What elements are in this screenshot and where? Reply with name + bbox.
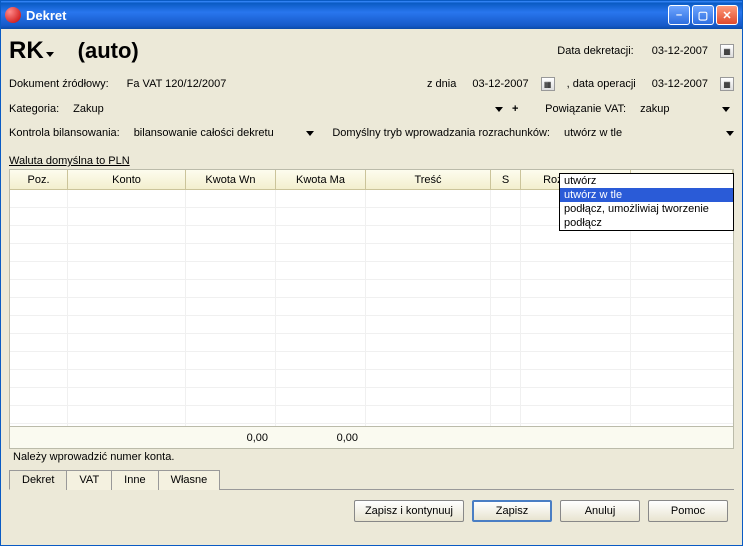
decree-date-value[interactable]: 03-12-2007 [652, 45, 708, 57]
source-doc-label: Dokument źródłowy: [9, 78, 109, 90]
tab-inne[interactable]: Inne [111, 470, 158, 490]
chevron-down-icon [46, 52, 54, 57]
col-konto[interactable]: Konto [68, 170, 186, 189]
document-number: (auto) [78, 38, 139, 64]
mode-value: utwórz w tle [564, 127, 622, 139]
tab-vat[interactable]: VAT [66, 470, 112, 490]
mode-dropdown-list[interactable]: utwórz utwórz w tle podłącz, umożliwiaj … [559, 173, 734, 231]
balance-control-value: bilansowanie całości dekretu [134, 127, 274, 139]
mode-option-podlacz[interactable]: podłącz [560, 216, 733, 230]
tab-dekret[interactable]: Dekret [9, 470, 67, 490]
category-value: Zakup [73, 103, 104, 115]
col-poz[interactable]: Poz. [10, 170, 68, 189]
vat-link-select[interactable]: zakup [640, 103, 730, 115]
mode-select[interactable]: utwórz w tle [564, 127, 734, 139]
mode-option-podlacz-tworzenie[interactable]: podłącz, umożliwiaj tworzenie [560, 202, 733, 216]
currency-note[interactable]: Waluta domyślna to PLN [9, 155, 734, 167]
col-kwota-wn[interactable]: Kwota Wn [186, 170, 276, 189]
chevron-down-icon [495, 107, 503, 112]
category-label: Kategoria: [9, 103, 59, 115]
total-ma: 0,00 [276, 432, 366, 444]
op-date-label: , data operacji [567, 78, 636, 90]
content-area: RK (auto) Data dekretacji: 03-12-2007 ▦ … [1, 29, 742, 545]
add-category-button[interactable]: + [507, 101, 523, 117]
calendar-icon[interactable]: ▦ [720, 77, 734, 91]
balance-control-label: Kontrola bilansowania: [9, 127, 120, 139]
col-s[interactable]: S [491, 170, 521, 189]
chevron-down-icon [722, 107, 730, 112]
decree-date-label: Data dekretacji: [557, 45, 633, 57]
document-type-selector[interactable]: RK [9, 37, 54, 65]
status-message: Należy wprowadzić numer konta. [9, 449, 734, 465]
zdnia-label: z dnia [427, 78, 456, 90]
maximize-button[interactable]: ▢ [692, 5, 714, 25]
category-select[interactable]: Zakup [73, 103, 503, 115]
cancel-button[interactable]: Anuluj [560, 500, 640, 522]
mode-option-utworz[interactable]: utwórz [560, 174, 733, 188]
chevron-down-icon [306, 131, 314, 136]
app-icon [5, 7, 21, 23]
tab-wlasne[interactable]: Własne [158, 470, 221, 490]
chevron-down-icon [726, 131, 734, 136]
calendar-icon[interactable]: ▦ [541, 77, 555, 91]
calendar-icon[interactable]: ▦ [720, 44, 734, 58]
minimize-button[interactable]: – [668, 5, 690, 25]
window-title: Dekret [26, 8, 666, 23]
dekret-window: Dekret – ▢ ✕ RK (auto) Data dekretacji: … [0, 0, 743, 546]
save-button[interactable]: Zapisz [472, 500, 552, 522]
zdnia-value[interactable]: 03-12-2007 [472, 78, 528, 90]
mode-option-utworz-w-tle[interactable]: utwórz w tle [560, 188, 733, 202]
vat-link-value: zakup [640, 103, 669, 115]
total-wn: 0,00 [186, 432, 276, 444]
vat-link-label: Powiązanie VAT: [545, 103, 626, 115]
mode-label: Domyślny tryb wprowadzania rozrachunków: [332, 127, 550, 139]
close-button[interactable]: ✕ [716, 5, 738, 25]
tab-bar: Dekret VAT Inne Własne [9, 469, 734, 490]
op-date-value[interactable]: 03-12-2007 [652, 78, 708, 90]
source-doc-value[interactable]: Fa VAT 120/12/2007 [127, 78, 227, 90]
totals-row: 0,00 0,00 [9, 427, 734, 449]
save-continue-button[interactable]: Zapisz i kontynuuj [354, 500, 464, 522]
document-type-value: RK [9, 37, 44, 65]
balance-control-select[interactable]: bilansowanie całości dekretu [134, 127, 314, 139]
titlebar[interactable]: Dekret – ▢ ✕ [1, 1, 742, 29]
footer-buttons: Zapisz i kontynuuj Zapisz Anuluj Pomoc [9, 490, 734, 528]
help-button[interactable]: Pomoc [648, 500, 728, 522]
col-tresc[interactable]: Treść [366, 170, 491, 189]
col-kwota-ma[interactable]: Kwota Ma [276, 170, 366, 189]
